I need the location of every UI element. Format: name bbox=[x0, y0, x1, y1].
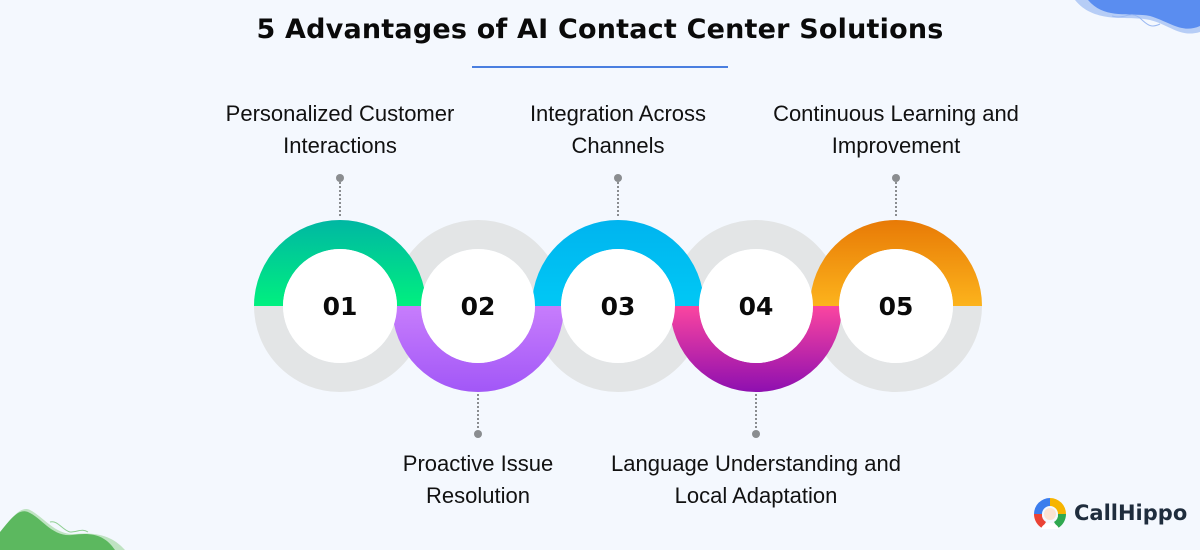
step-label-line1: Continuous Learning and bbox=[773, 101, 1019, 126]
step-connector-dot bbox=[614, 174, 622, 182]
step-connector-dot bbox=[336, 174, 344, 182]
step-label-line2: Local Adaptation bbox=[674, 483, 838, 508]
step-number-01: 01 bbox=[323, 292, 358, 321]
step-label-line1: Language Understanding and bbox=[611, 451, 901, 476]
step-label-04: Language Understanding and Local Adaptati… bbox=[576, 448, 936, 512]
step-connector-dot bbox=[752, 430, 760, 438]
step-number-05: 05 bbox=[879, 292, 914, 321]
step-number-03: 03 bbox=[601, 292, 636, 321]
callhippo-logo-icon bbox=[1033, 498, 1067, 529]
brand-logo: CallHippo bbox=[1032, 496, 1187, 530]
brand-name: CallHippo bbox=[1074, 501, 1188, 525]
step-label-line2: Improvement bbox=[831, 133, 961, 158]
step-number-04: 04 bbox=[739, 292, 774, 321]
step-connector-dot bbox=[892, 174, 900, 182]
step-number-02: 02 bbox=[461, 292, 496, 321]
step-label-05: Continuous Learning and Improvement bbox=[716, 98, 1076, 162]
step-connector-dot bbox=[474, 430, 482, 438]
